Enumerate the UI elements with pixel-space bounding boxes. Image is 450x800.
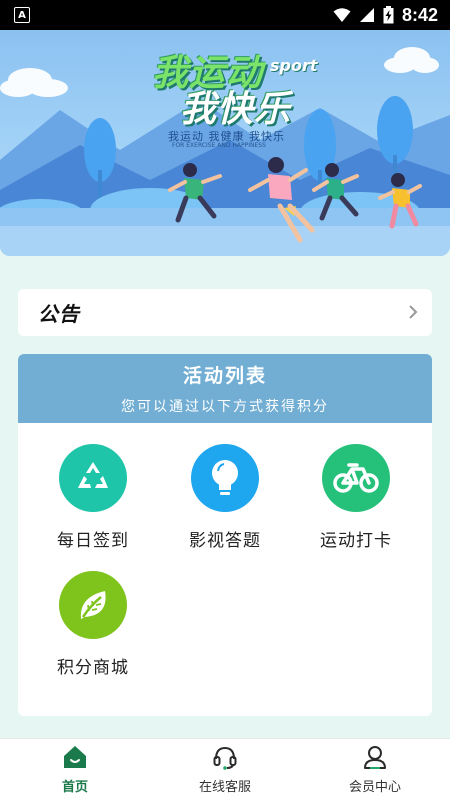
activity-item-label: 影视答题 [189,531,261,551]
chevron-right-icon [408,301,418,325]
recycle-icon [59,444,127,512]
bottom-nav: 首页 在线客服 会员中心 [0,738,450,800]
activity-subtitle: 您可以通过以下方式获得积分 [121,399,329,415]
activity-header: 活动列表 您可以通过以下方式获得积分 [18,354,432,423]
banner-tiny-text: FOR EXERCISE AND HAPPINESS [172,142,266,149]
activity-item-label: 运动打卡 [320,531,392,551]
notice-bar[interactable]: 公告 [18,289,432,336]
notice-label: 公告 [38,302,80,326]
lightbulb-icon [191,444,259,512]
bicycle-icon [322,444,390,512]
user-icon [364,746,386,769]
activity-title: 活动列表 [182,365,267,387]
clock: 8:42 [401,4,438,25]
banner-title-sport: sport [270,56,318,75]
banner-title-line2: 我快乐 [180,89,292,130]
battery-icon [383,6,394,24]
headset-icon [213,746,237,770]
activity-item-quiz[interactable]: 影视答题 [165,444,285,551]
home-icon [64,746,86,768]
app-notification-icon: A [14,7,30,23]
activity-item-label: 每日签到 [57,531,129,551]
nav-support[interactable]: 在线客服 [150,739,300,800]
banner[interactable]: 我运动 sport 我快乐 我运动 我健康 我快乐 FOR EXERCISE A… [0,30,450,256]
nav-label: 在线客服 [198,780,251,795]
activity-item-checkin[interactable]: 每日签到 [33,444,153,551]
nav-home[interactable]: 首页 [0,739,150,800]
leaf-icon [59,571,127,639]
activity-card: 活动列表 您可以通过以下方式获得积分 每日签到 影视答题 运动打卡 积分商城 [18,354,432,716]
nav-label: 首页 [61,780,88,795]
activity-item-label: 积分商城 [57,658,129,678]
activity-item-sport[interactable]: 运动打卡 [296,444,416,551]
nav-label: 会员中心 [348,780,401,795]
wifi-icon [333,8,351,22]
activity-item-shop[interactable]: 积分商城 [33,571,153,678]
nav-member[interactable]: 会员中心 [300,739,450,800]
signal-icon [359,8,374,22]
status-bar: A 8:42 [0,0,450,30]
